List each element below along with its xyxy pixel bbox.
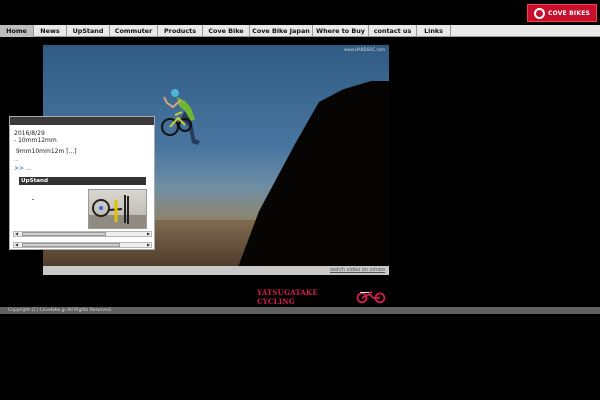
- news-text-2: 9mm10mm12m [...]: [16, 148, 77, 155]
- nav-cove-bike[interactable]: Cove Bike: [203, 25, 250, 37]
- upstand-thumbnail[interactable]: [88, 189, 147, 229]
- hero-hill: [229, 81, 389, 275]
- news-text-1: - 10mm12mm: [14, 137, 57, 144]
- copyright-bar: Copyright (C) Covebike.jp All Rights Res…: [0, 307, 600, 314]
- scrollbar-thumb-inner[interactable]: [22, 232, 106, 236]
- main-nav: Home News UpStand Commuter Products Cove…: [0, 25, 600, 37]
- scroll-right-icon[interactable]: ▶: [146, 243, 151, 247]
- scroll-left-icon[interactable]: ◀: [14, 243, 19, 247]
- panel-header: [10, 117, 154, 125]
- news-date: 2016/8/29: [14, 130, 45, 137]
- nav-cove-bike-japan[interactable]: Cove Bike Japan: [250, 25, 313, 37]
- watch-video-link[interactable]: watch video on vimeo: [330, 267, 385, 273]
- nav-products[interactable]: Products: [158, 25, 203, 37]
- news-panel: 2016/8/29 - 10mm12mm 9mm10mm12m [...] ..…: [9, 116, 155, 250]
- news-ellipsis: ...: [14, 157, 19, 163]
- upstand-stand-image: [89, 195, 146, 228]
- cove-logo-icon: [533, 7, 545, 19]
- nav-commuter[interactable]: Commuter: [110, 25, 158, 37]
- nav-where-to-buy[interactable]: Where to Buy: [313, 25, 369, 37]
- decorative-dot: [32, 199, 34, 200]
- hero-caption-bar: watch video on vimeo: [43, 266, 389, 275]
- scrollbar-thumb-outer[interactable]: [22, 243, 120, 247]
- nav-home[interactable]: Home: [0, 25, 34, 37]
- footer-logo-text: YATSUGATAKE CYCLING: [257, 288, 318, 306]
- more-link[interactable]: >> ...: [14, 165, 32, 172]
- footer-brand-logo[interactable]: YATSUGATAKE CYCLING: [257, 288, 389, 306]
- brand-logo[interactable]: COVE BIKES: [527, 4, 597, 22]
- horizontal-scrollbar-inner[interactable]: ◀ ▶: [13, 231, 152, 237]
- upstand-section-title: UpStand: [19, 177, 146, 185]
- scroll-left-icon[interactable]: ◀: [14, 232, 19, 236]
- brand-logo-text: COVE BIKES: [547, 9, 591, 17]
- nav-upstand[interactable]: UpStand: [67, 25, 110, 37]
- nav-contact-us[interactable]: contact us: [369, 25, 417, 37]
- nav-news[interactable]: News: [34, 25, 67, 37]
- nav-links[interactable]: Links: [417, 25, 451, 37]
- bmx-rider-image: [161, 89, 200, 145]
- horizontal-scrollbar-outer[interactable]: ◀ ▶: [13, 242, 152, 248]
- scroll-right-icon[interactable]: ▶: [146, 232, 151, 236]
- yatsugatake-logo-icon: [356, 290, 386, 304]
- hero-watermark: www.HANDSOC.com: [344, 47, 385, 52]
